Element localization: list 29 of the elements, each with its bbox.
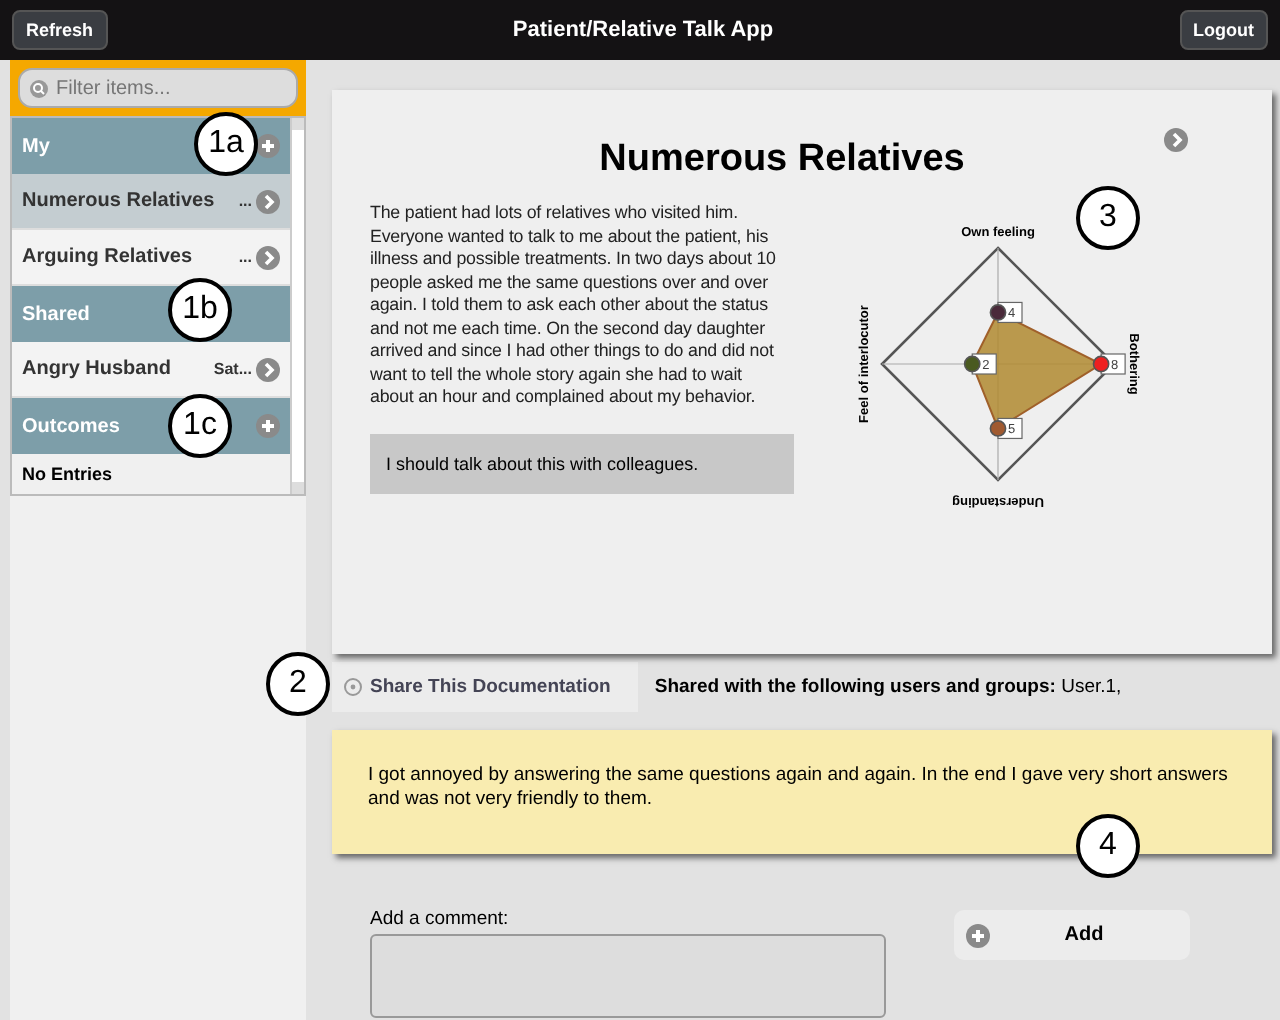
- value-marker[interactable]: [963, 353, 997, 375]
- value-marker[interactable]: [989, 417, 1023, 440]
- section-label: Outcomes: [22, 415, 120, 437]
- document-title: Numerous Relatives: [599, 138, 965, 182]
- section-label: Shared: [22, 303, 90, 325]
- refresh-button[interactable]: Refresh: [12, 10, 108, 50]
- comment-field[interactable]: [370, 934, 886, 1018]
- conclusion-text: I should talk about this with colleagues.: [370, 433, 794, 493]
- value-marker[interactable]: [989, 301, 1023, 324]
- logout-button[interactable]: Logout: [1179, 10, 1268, 50]
- callout-marker: 2: [266, 652, 330, 716]
- plus-icon[interactable]: [966, 923, 990, 947]
- shared-with-text: Shared with the following users and groups: User.1,: [654, 676, 1122, 698]
- add-button[interactable]: Add: [954, 910, 1190, 960]
- scrollbar[interactable]: [290, 118, 304, 494]
- item-note: Sat...: [213, 360, 252, 378]
- value-marker[interactable]: [1092, 353, 1126, 375]
- document-text: The patient had lots of relatives who visited him. Everyone wanted to talk to me about the patient, his illness and possible treatments. In two days about 10 people asked me the same questions over and over again. I told them to ask each other about the status and not me each time. On the second day daughter arrived and since I had other things to do and did not want to tell the whole story again she had to wait about an hour and complained about my behavior.: [370, 202, 778, 409]
- item-note: ...: [238, 248, 252, 266]
- add-icon[interactable]: [256, 134, 280, 158]
- filter-field[interactable]: Filter items...: [18, 68, 298, 108]
- callout-marker: 4: [1076, 814, 1140, 878]
- share-icon: [344, 678, 362, 696]
- comment-label: Add a comment:: [370, 908, 511, 930]
- item-note: ...: [238, 192, 252, 210]
- app-title: Patient/Relative Talk App: [512, 18, 774, 42]
- share-button[interactable]: Share This Documentation: [332, 662, 639, 712]
- section-label: My: [22, 135, 50, 157]
- list-item[interactable]: Numerous Relatives ...: [12, 174, 290, 230]
